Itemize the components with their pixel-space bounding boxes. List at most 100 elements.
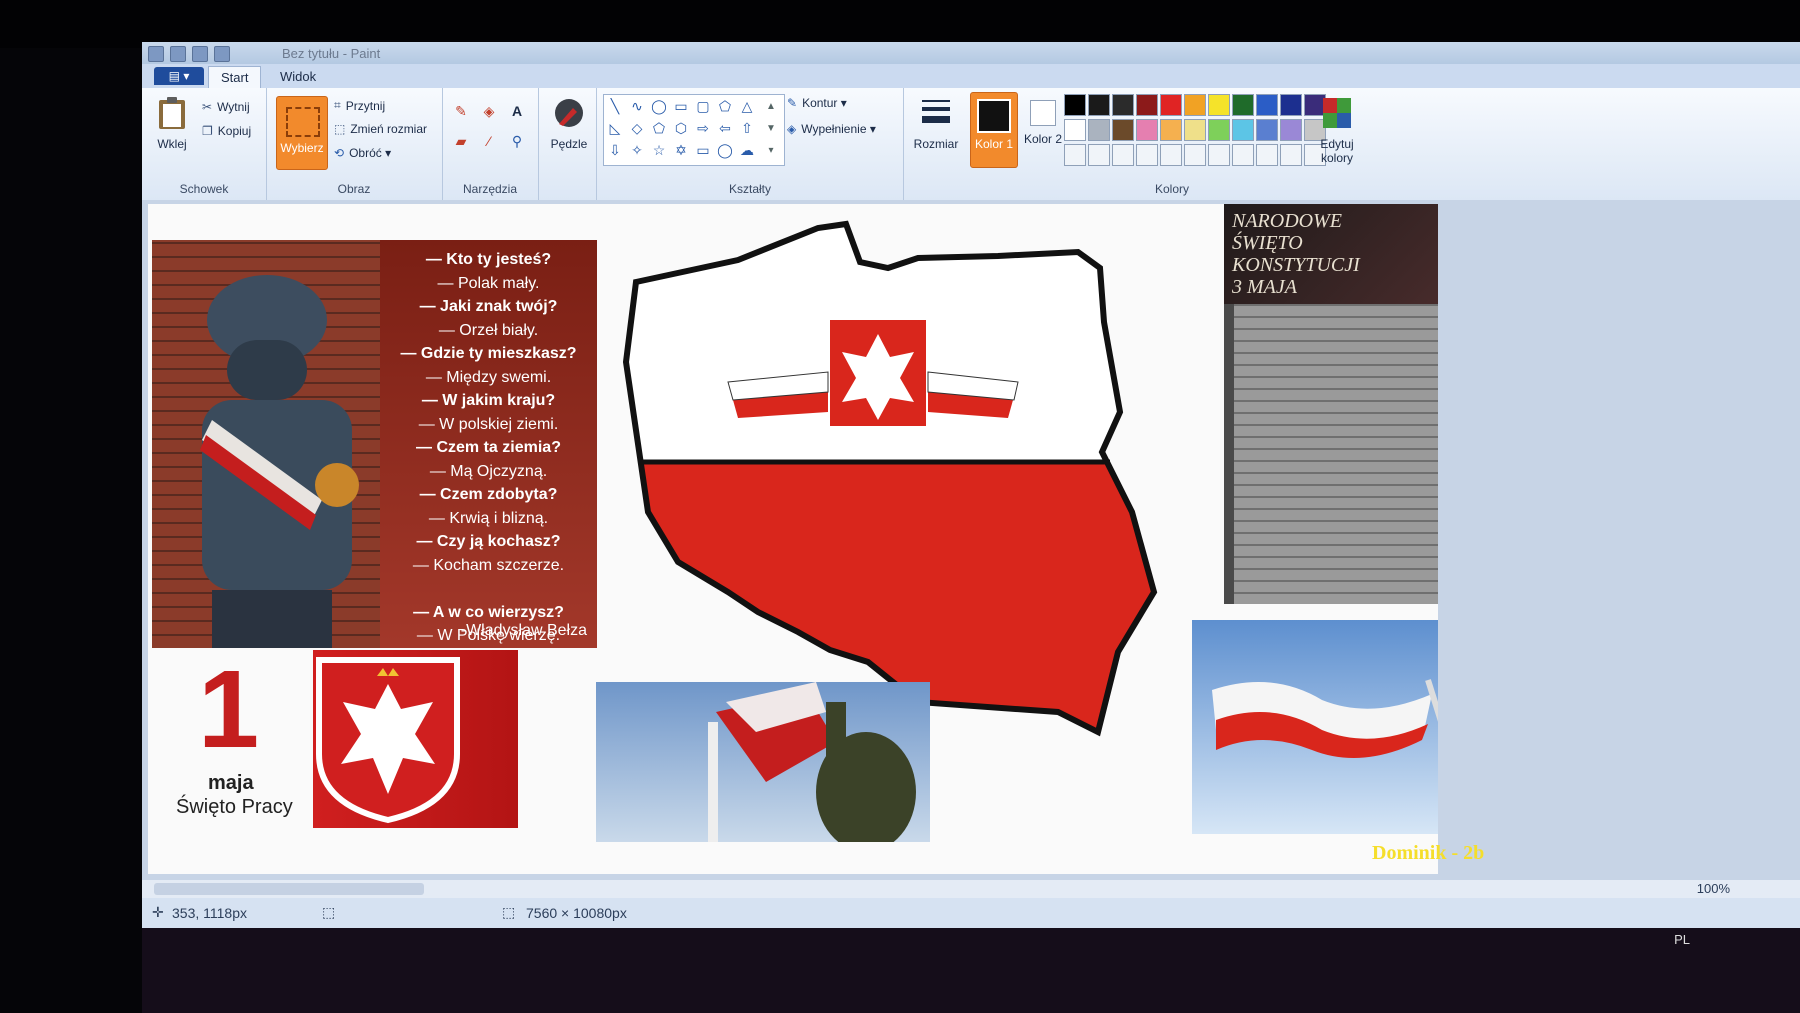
outline-button[interactable]: ✎ Kontur ▾: [787, 96, 847, 110]
rounded-rectangle-shape-icon[interactable]: ▢: [692, 95, 714, 117]
arrow-down-shape-icon[interactable]: ⇩: [604, 139, 626, 161]
palette-swatch[interactable]: [1160, 144, 1182, 166]
callout-rect-shape-icon[interactable]: ▭: [692, 139, 714, 161]
palette-swatch[interactable]: [1184, 144, 1206, 166]
horizontal-scrollbar[interactable]: 100%: [142, 880, 1800, 898]
pentagon-shape-icon[interactable]: ⬠: [648, 117, 670, 139]
cut-button[interactable]: ✂ Wytnij: [202, 100, 250, 114]
window-title: Bez tytułu - Paint: [282, 46, 381, 61]
poem-line: — A w co wierzysz?: [413, 603, 564, 621]
color-picker-icon[interactable]: ⁄: [478, 130, 500, 152]
scissors-icon: ✂: [202, 100, 213, 114]
star6-shape-icon[interactable]: ✡: [670, 139, 692, 161]
edit-colors-button[interactable]: Edytuj kolory: [1310, 96, 1364, 165]
resize-button[interactable]: ⬚ Zmień rozmiar: [334, 122, 427, 136]
palette-swatch[interactable]: [1160, 94, 1182, 116]
coat-of-arms-shield-icon: [316, 657, 460, 824]
palette-swatch[interactable]: [1064, 144, 1086, 166]
magnifier-icon[interactable]: ⚲: [506, 130, 528, 152]
star4-shape-icon[interactable]: ✧: [626, 139, 648, 161]
palette-swatch[interactable]: [1280, 144, 1302, 166]
save-icon[interactable]: [170, 46, 186, 62]
palette-swatch[interactable]: [1256, 94, 1278, 116]
poem-line: [380, 577, 597, 601]
image-group-label: Obraz: [337, 182, 371, 196]
palette-swatch[interactable]: [1064, 119, 1086, 141]
brushes-button[interactable]: Pędzle: [542, 96, 596, 151]
crop-button[interactable]: ⌗ Przytnij: [334, 98, 385, 113]
palette-swatch[interactable]: [1112, 144, 1134, 166]
palette-swatch[interactable]: [1064, 94, 1086, 116]
redo-icon[interactable]: [214, 46, 230, 62]
palette-swatch[interactable]: [1088, 119, 1110, 141]
palette-swatch[interactable]: [1184, 119, 1206, 141]
shapes-gallery[interactable]: ╲ ∿ ◯ ▭ ▢ ⬠ △ ◺ ◇ ⬠ ⬡ ⇨ ⇦ ⇧ ⇩ ✧ ☆ ✡ ▭ ◯: [603, 94, 785, 166]
poem-panel: — Kto ty jesteś? — Polak mały. — Jaki znak…: [380, 240, 597, 648]
palette-swatch[interactable]: [1088, 144, 1110, 166]
palette-swatch[interactable]: [1280, 94, 1302, 116]
cursor-position: 353, 1118px: [172, 905, 247, 921]
fill-icon: ◈: [787, 122, 797, 136]
palette-swatch[interactable]: [1232, 94, 1254, 116]
color2-button[interactable]: Kolor 2: [1020, 92, 1066, 166]
palette-swatch[interactable]: [1208, 94, 1230, 116]
arrow-left-shape-icon[interactable]: ⇦: [714, 117, 736, 139]
color-wheel-icon: [1323, 98, 1351, 128]
palette-swatch[interactable]: [1208, 144, 1230, 166]
file-menu-button[interactable]: ▤ ▾: [154, 67, 204, 85]
triangle-shape-icon[interactable]: △: [736, 95, 758, 117]
pencil-icon[interactable]: ✎: [450, 100, 472, 122]
may-day-month: maja: [208, 772, 254, 794]
curve-shape-icon[interactable]: ∿: [626, 95, 648, 117]
diamond-shape-icon[interactable]: ◇: [626, 117, 648, 139]
palette-swatch[interactable]: [1184, 94, 1206, 116]
clipboard-group: Wklej ✂ Wytnij ❐ Kopiuj Schowek: [142, 88, 267, 200]
shapes-scroll-down-icon[interactable]: ▼: [762, 117, 780, 139]
drawing-canvas[interactable]: — Kto ty jesteś? — Polak mały. — Jaki znak…: [148, 204, 1438, 874]
polygon-shape-icon[interactable]: ⬠: [714, 95, 736, 117]
callout-cloud-shape-icon[interactable]: ☁: [736, 139, 758, 161]
star5-shape-icon[interactable]: ☆: [648, 139, 670, 161]
oval-shape-icon[interactable]: ◯: [648, 95, 670, 117]
palette-swatch[interactable]: [1256, 144, 1278, 166]
line-shape-icon[interactable]: ╲: [604, 95, 626, 117]
right-triangle-shape-icon[interactable]: ◺: [604, 117, 626, 139]
scroll-thumb[interactable]: [154, 883, 424, 895]
arrow-right-shape-icon[interactable]: ⇨: [692, 117, 714, 139]
copy-button[interactable]: ❐ Kopiuj: [202, 124, 251, 138]
paste-button[interactable]: Wklej: [146, 96, 198, 151]
callout-oval-shape-icon[interactable]: ◯: [714, 139, 736, 161]
rectangle-shape-icon[interactable]: ▭: [670, 95, 692, 117]
palette-swatch[interactable]: [1136, 94, 1158, 116]
text-tool-icon[interactable]: A: [506, 100, 528, 122]
select-button[interactable]: Wybierz: [276, 96, 328, 170]
little-insurgent-poem-image: — Kto ty jesteś? — Polak mały. — Jaki znak…: [152, 240, 597, 648]
eraser-icon[interactable]: ▰: [450, 130, 472, 152]
shapes-scroll-up-icon[interactable]: ▲: [762, 95, 780, 117]
fill-bucket-icon[interactable]: ◈: [478, 100, 500, 122]
undo-icon[interactable]: [192, 46, 208, 62]
size-button[interactable]: Rozmiar: [906, 96, 966, 151]
palette-swatch[interactable]: [1232, 144, 1254, 166]
language-indicator[interactable]: PL: [1674, 932, 1690, 947]
palette-swatch[interactable]: [1256, 119, 1278, 141]
palette-swatch[interactable]: [1136, 119, 1158, 141]
arrow-up-shape-icon[interactable]: ⇧: [736, 117, 758, 139]
palette-swatch[interactable]: [1112, 94, 1134, 116]
shapes-expand-icon[interactable]: ▾: [762, 139, 780, 161]
hexagon-shape-icon[interactable]: ⬡: [670, 117, 692, 139]
tab-start[interactable]: Start: [208, 66, 262, 89]
palette-swatch[interactable]: [1088, 94, 1110, 116]
palette-swatch[interactable]: [1136, 144, 1158, 166]
status-bar: ✛ 353, 1118px ⬚ ⬚ 7560 × 10080px: [142, 898, 1800, 928]
color1-button[interactable]: Kolor 1: [970, 92, 1018, 168]
palette-swatch[interactable]: [1112, 119, 1134, 141]
tab-view[interactable]: Widok: [268, 66, 328, 88]
palette-swatch[interactable]: [1232, 119, 1254, 141]
palette-swatch[interactable]: [1280, 119, 1302, 141]
palette-swatch[interactable]: [1208, 119, 1230, 141]
rotate-button[interactable]: ⟲ Obróć ▾: [334, 146, 391, 160]
app-icon[interactable]: [148, 46, 164, 62]
palette-swatch[interactable]: [1160, 119, 1182, 141]
fill-button[interactable]: ◈ Wypełnienie ▾: [787, 122, 876, 136]
